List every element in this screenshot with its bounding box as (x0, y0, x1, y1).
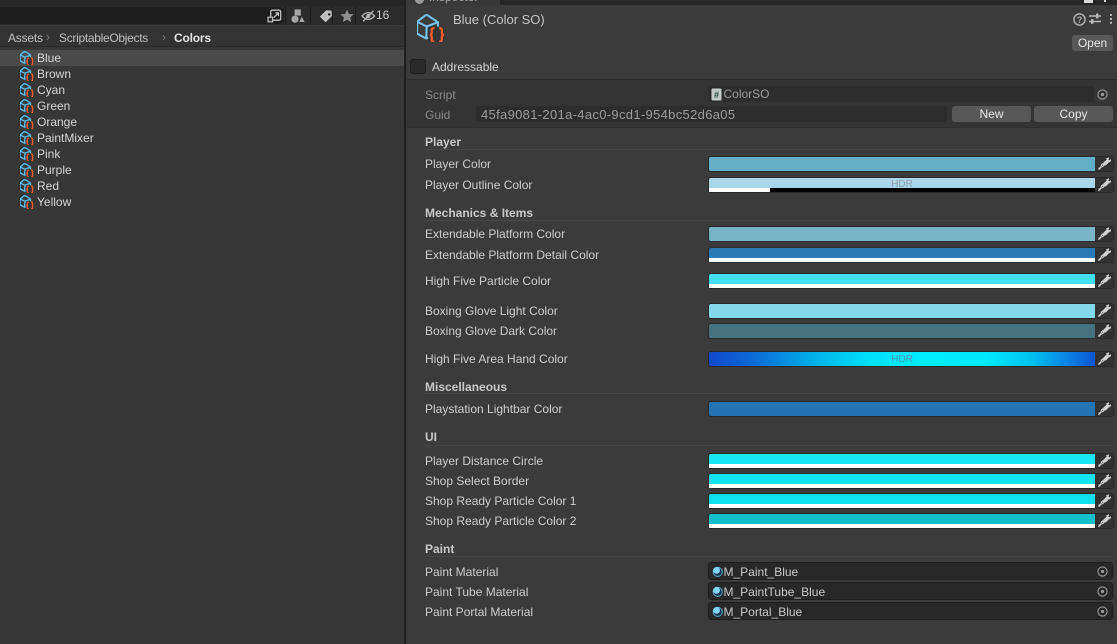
svg-text:#: # (713, 89, 718, 99)
svg-text:?: ? (1077, 14, 1083, 24)
